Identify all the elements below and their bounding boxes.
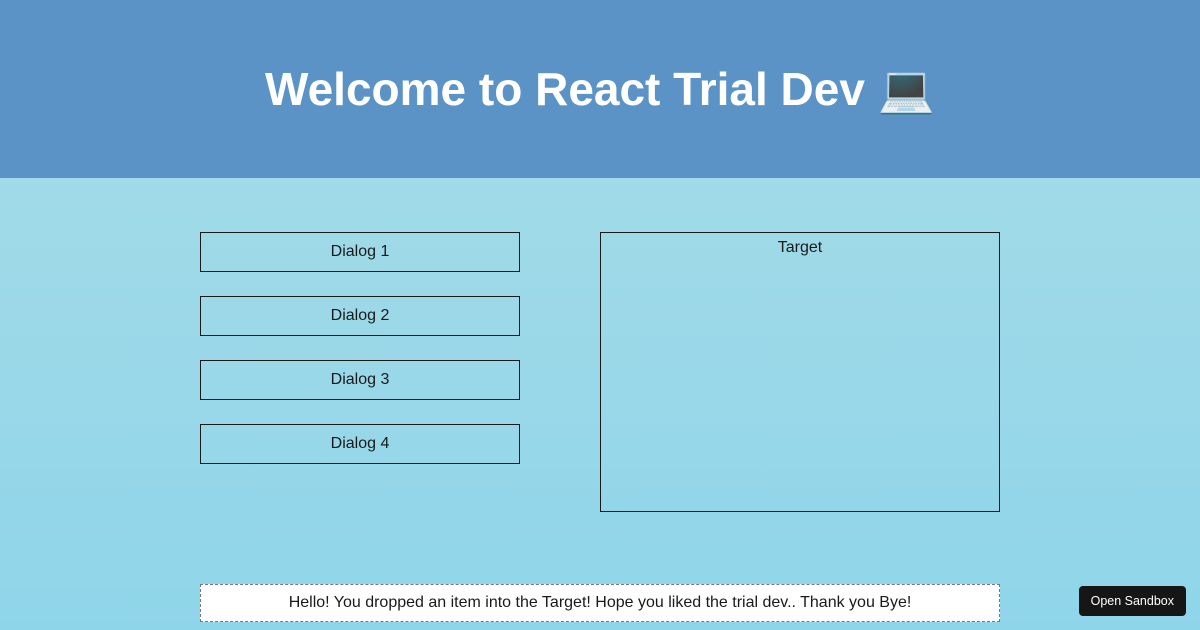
target-label: Target — [778, 239, 822, 256]
dialog-item-label: Dialog 1 — [331, 243, 390, 260]
dialog-item-1[interactable]: Dialog 1 — [200, 232, 520, 272]
open-sandbox-button[interactable]: Open Sandbox — [1079, 586, 1186, 616]
dialog-item-3[interactable]: Dialog 3 — [200, 360, 520, 400]
dialog-item-2[interactable]: Dialog 2 — [200, 296, 520, 336]
status-message-text: Hello! You dropped an item into the Targ… — [289, 594, 912, 611]
main-content: Dialog 1 Dialog 2 Dialog 3 Dialog 4 Targ… — [0, 178, 1200, 512]
status-message: Hello! You dropped an item into the Targ… — [200, 584, 1000, 622]
dialog-item-label: Dialog 2 — [331, 307, 390, 324]
open-sandbox-label: Open Sandbox — [1091, 594, 1174, 608]
dialog-item-label: Dialog 4 — [331, 435, 390, 452]
dialog-item-4[interactable]: Dialog 4 — [200, 424, 520, 464]
drop-target[interactable]: Target — [600, 232, 1000, 512]
page-title: Welcome to React Trial Dev 💻 — [265, 62, 935, 117]
dialogs-list: Dialog 1 Dialog 2 Dialog 3 Dialog 4 — [200, 232, 520, 512]
header-banner: Welcome to React Trial Dev 💻 — [0, 0, 1200, 178]
dialog-item-label: Dialog 3 — [331, 371, 390, 388]
